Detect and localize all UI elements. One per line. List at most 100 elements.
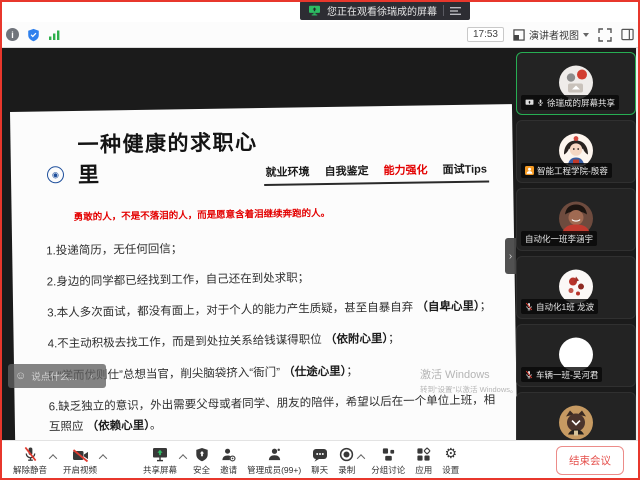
unmute-button[interactable]: 解除静音 — [13, 446, 47, 476]
network-signal-icon[interactable] — [48, 29, 61, 41]
collapse-chat-icon[interactable]: ‹ — [90, 371, 93, 382]
apps-button[interactable]: 应用 — [415, 446, 432, 476]
windows-watermark: 激活 Windows 转到“设置”以激活 Windows。 — [420, 366, 518, 395]
record-button[interactable]: 录制 — [338, 446, 355, 476]
mic-on-icon — [537, 98, 544, 107]
item-bold: （依赖心里） — [87, 420, 150, 433]
item-tail: ； — [388, 333, 400, 345]
participant-label: 徐瑞成的屏幕共享 — [521, 95, 619, 110]
shared-screen-area: ◉ 一种健康的求职心里 就业环境 自我鉴定 能力强化 面试Tips 勇敢的人，不… — [0, 48, 640, 440]
apps-label: 应用 — [415, 464, 432, 476]
unmute-label: 解除静音 — [13, 464, 47, 476]
invite-icon — [221, 447, 236, 462]
participant-tile[interactable]: 自动化1班 龙波 — [516, 256, 636, 319]
participant-tile[interactable]: 智能工程学院-殷蓉 — [516, 120, 636, 183]
layout-icon — [513, 29, 525, 41]
end-meeting-button[interactable]: 结束会议 — [556, 446, 624, 475]
invite-button[interactable]: 邀请 — [220, 446, 237, 476]
watermark-line2: 转到“设置”以激活 Windows。 — [420, 384, 518, 395]
screen-share-icon — [308, 5, 321, 16]
share-screen-button[interactable]: 共享屏幕 — [143, 446, 177, 476]
chat-label: 聊天 — [311, 464, 328, 476]
security-shield-icon[interactable] — [27, 28, 40, 42]
manage-members-button[interactable]: 管理成员(99+) — [247, 446, 301, 476]
chat-icon — [312, 448, 328, 462]
participant-label: 自动化1班 龙波 — [521, 299, 598, 314]
participant-tile[interactable]: 自动化一班李涵宇 — [516, 188, 636, 251]
watermark-line1: 激活 Windows — [420, 366, 518, 382]
screen-share-icon — [525, 99, 534, 107]
item-bold: （自卑心里） — [416, 301, 479, 314]
chat-quick-input[interactable]: ☺ 说点什么... ‹ — [8, 364, 106, 388]
item-bold: （仕途心里） — [283, 365, 346, 378]
participant-tile[interactable]: 车辆一班-吴河君 — [516, 324, 636, 387]
item-bold: （依附心里） — [325, 333, 388, 346]
slide-header: ◉ 一种健康的求职心里 就业环境 自我鉴定 能力强化 面试Tips — [34, 122, 489, 189]
emoji-icon[interactable]: ☺ — [15, 370, 26, 382]
start-video-label: 开启视频 — [63, 464, 97, 476]
mic-muted-icon — [525, 302, 533, 311]
item-tail: ； — [346, 365, 358, 377]
participant-tile[interactable] — [516, 392, 636, 440]
start-video-button[interactable]: 开启视频 — [63, 446, 97, 476]
breakout-icon — [381, 447, 396, 462]
camera-off-icon — [72, 449, 89, 462]
participant-name: 车辆一班-吴河君 — [536, 369, 598, 381]
sidebar-collapse-handle[interactable]: › — [505, 238, 516, 274]
manage-members-label: 管理成员(99+) — [247, 464, 301, 476]
breakout-label: 分组讨论 — [371, 464, 405, 476]
video-options-chevron[interactable] — [99, 454, 107, 462]
member-icon — [525, 166, 534, 175]
list-item: 4.不主动积极去找工作，而是到处拉关系给钱谋得职位 （依附心里）； — [48, 328, 496, 355]
banner-menu-icon[interactable] — [450, 6, 462, 16]
record-options-chevron[interactable] — [357, 454, 365, 462]
nav-item-employment[interactable]: 就业环境 — [265, 163, 309, 180]
invite-label: 邀请 — [220, 464, 237, 476]
school-logo: ◉ — [47, 166, 64, 183]
meeting-window: 您正在观看徐瑞成的屏幕 i 17:53 演讲者视图 ◉ 一种健康 — [0, 0, 640, 480]
settings-label: 设置 — [442, 464, 459, 476]
chevron-down-icon — [583, 33, 589, 37]
slide-list: 1.投递简历，无任何回信； 2.身边的同学都已经找到工作，自己还在到处求职； 3… — [46, 234, 497, 437]
participant-label: 自动化一班李涵宇 — [521, 231, 597, 246]
list-item: 2.身边的同学都已经找到工作，自己还在到处求职； — [47, 266, 495, 293]
fullscreen-icon[interactable] — [598, 28, 612, 42]
nav-item-self-assess[interactable]: 自我鉴定 — [324, 162, 368, 179]
item-text: 4.不主动积极去找工作，而是到处拉关系给钱谋得职位 — [48, 334, 325, 350]
security-button[interactable]: 安全 — [193, 446, 210, 476]
meeting-info-icon[interactable]: i — [6, 28, 19, 41]
side-panel-icon[interactable] — [621, 28, 634, 41]
participant-label: 车辆一班-吴河君 — [521, 367, 602, 382]
mic-muted-icon — [23, 446, 38, 462]
participant-tile-screen-share[interactable]: 徐瑞成的屏幕共享 — [516, 52, 636, 115]
item-text: 2.身边的同学都已经找到工作，自己还在到处求职； — [47, 272, 310, 288]
view-mode-label: 演讲者视图 — [529, 27, 579, 42]
participant-name: 徐瑞成的屏幕共享 — [547, 97, 615, 109]
settings-button[interactable]: ⚙ 设置 — [442, 446, 459, 476]
participant-name: 自动化1班 龙波 — [536, 301, 594, 313]
list-item: 1.投递简历，无任何回信； — [46, 234, 494, 261]
record-label: 录制 — [338, 464, 355, 476]
breakout-rooms-button[interactable]: 分组讨论 — [371, 446, 405, 476]
avatar — [558, 404, 594, 440]
list-item: 6.缺乏独立的意识，外出需要父母或者同学、朋友的陪伴，希望以后在一个单位上班，相… — [48, 390, 497, 437]
mic-options-chevron[interactable] — [49, 454, 57, 462]
members-icon — [267, 447, 282, 462]
shield-icon — [195, 447, 209, 462]
participant-name: 智能工程学院-殷蓉 — [537, 165, 608, 177]
share-options-chevron[interactable] — [179, 454, 187, 462]
item-tail: 。 — [150, 419, 162, 431]
gear-icon: ⚙ — [444, 447, 457, 462]
nav-item-ability[interactable]: 能力强化 — [383, 161, 427, 178]
participants-sidebar: 徐瑞成的屏幕共享 智能工程学院-殷蓉 自动化一班李涵宇 — [516, 52, 636, 440]
watching-screen-banner: 您正在观看徐瑞成的屏幕 — [300, 1, 470, 20]
chat-button[interactable]: 聊天 — [311, 446, 328, 476]
toolbar-right-controls: 17:53 演讲者视图 — [467, 27, 634, 42]
sidebar-scrollbar[interactable] — [636, 48, 640, 440]
slide-nav: 就业环境 自我鉴定 能力强化 面试Tips — [263, 160, 489, 186]
chat-placeholder[interactable]: 说点什么... — [31, 369, 77, 383]
toolbar-left-icons: i — [6, 28, 61, 42]
view-mode-button[interactable]: 演讲者视图 — [513, 27, 589, 42]
participant-label: 智能工程学院-殷蓉 — [521, 163, 612, 178]
nav-item-interview-tips[interactable]: 面试Tips — [442, 161, 487, 178]
